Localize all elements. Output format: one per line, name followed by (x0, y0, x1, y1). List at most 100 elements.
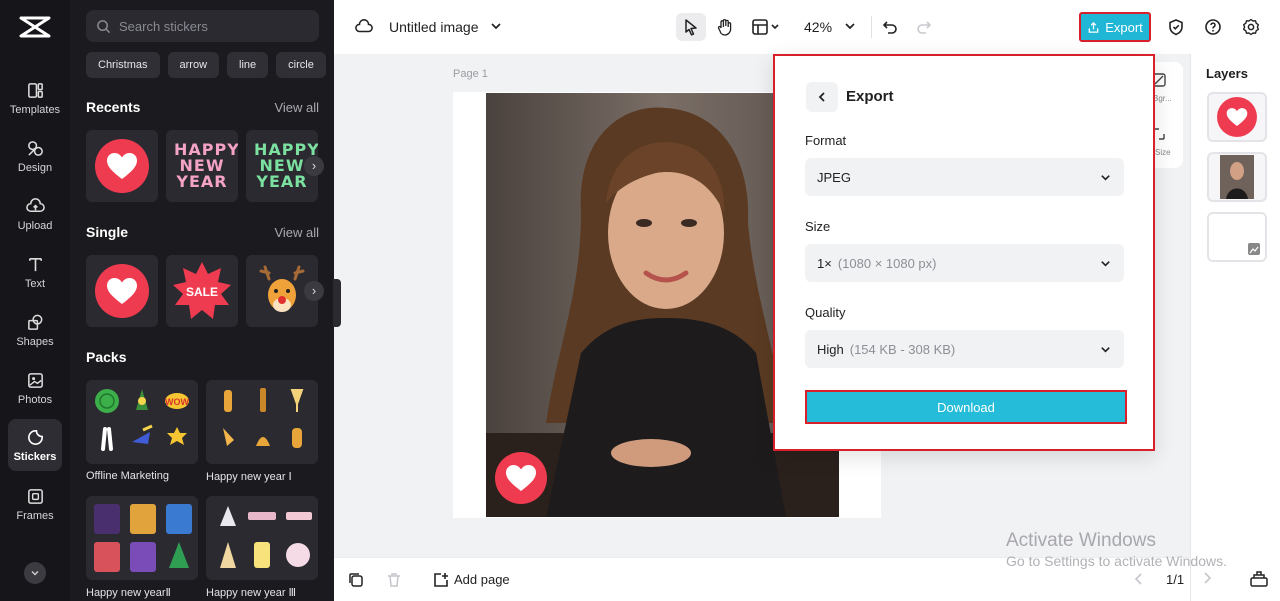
sticker-sale[interactable]: SALE (166, 255, 238, 327)
add-page-icon (434, 573, 448, 587)
search-icon (97, 19, 111, 33)
download-button[interactable]: Download (805, 390, 1127, 424)
hand-tool-button[interactable] (714, 15, 736, 39)
recents-view-all-link[interactable]: View all (274, 100, 319, 115)
next-page-button[interactable] (1200, 571, 1214, 585)
layers-title: Layers (1206, 66, 1248, 81)
single-view-all-link[interactable]: View all (274, 225, 319, 240)
party-pack-icon (220, 506, 312, 568)
sale-text: SALE (186, 285, 218, 299)
rail-label: Design (17, 161, 53, 174)
settings-button[interactable] (1241, 17, 1261, 37)
add-page-icon-button[interactable] (432, 571, 450, 589)
rail-item-design[interactable]: Design (8, 130, 62, 182)
chip-line[interactable]: line (227, 52, 269, 78)
back-button[interactable] (806, 82, 838, 112)
chip-christmas[interactable]: Christmas (86, 52, 160, 78)
sticker-heart-single[interactable] (86, 255, 158, 327)
rail-expand-button[interactable] (24, 562, 46, 584)
rail-item-shapes[interactable]: Shapes (8, 304, 62, 356)
zoom-level[interactable]: 42% (804, 19, 832, 35)
chevron-down-icon (31, 570, 39, 576)
rail-label: Frames (16, 509, 54, 522)
pack-label: Happy new year Ⅲ (206, 587, 297, 599)
cloud-sync-button[interactable] (354, 17, 374, 37)
duplicate-icon (349, 573, 363, 587)
size-select[interactable]: 1× (1080 × 1080 px) (805, 244, 1124, 282)
search-stickers-input[interactable]: Search stickers (86, 10, 319, 42)
hand-icon (717, 19, 732, 36)
export-button[interactable]: Export (1079, 12, 1151, 42)
sticker-chips: Christmas arrow line circle (86, 52, 334, 78)
rail-item-frames[interactable]: Frames (8, 478, 62, 530)
help-button[interactable] (1203, 17, 1223, 37)
rail-label: Text (24, 277, 46, 290)
export-icon (1088, 21, 1099, 33)
layout-menu-button[interactable] (749, 15, 783, 39)
select-tool-button[interactable] (676, 13, 706, 41)
document-title[interactable]: Untitled image (389, 19, 479, 35)
shapes-icon (27, 314, 42, 330)
page-counter: 1/1 (1166, 572, 1185, 587)
capcut-logo-icon[interactable] (18, 14, 52, 40)
chip-circle[interactable]: circle (276, 52, 326, 78)
single-next-button[interactable]: › (304, 281, 324, 301)
previous-page-button[interactable] (1132, 572, 1146, 586)
side-tool-label: Size (1155, 148, 1171, 157)
zoom-menu-button[interactable] (843, 19, 857, 33)
format-label: Format (805, 133, 847, 148)
redo-button[interactable] (914, 17, 934, 37)
gear-icon (1243, 18, 1259, 36)
rail-item-text[interactable]: Text (8, 246, 62, 298)
pages-panel-button[interactable] (1249, 570, 1269, 588)
recents-title: Recents (86, 99, 141, 115)
help-icon (1205, 19, 1221, 35)
layout-icon (752, 19, 779, 35)
chip-arrow[interactable]: arrow (167, 52, 220, 78)
format-value: JPEG (817, 169, 851, 185)
toolbar-divider (871, 16, 872, 38)
format-select[interactable]: JPEG (805, 158, 1124, 196)
chevron-left-icon (1134, 573, 1142, 585)
pack-label: Offline Marketing (86, 470, 169, 482)
recents-next-button[interactable]: › (304, 156, 324, 176)
heart-sticker-icon (95, 264, 149, 318)
add-page-button[interactable]: Add page (454, 572, 510, 587)
activate-windows-subtitle: Go to Settings to activate Windows. (1006, 553, 1227, 569)
chevron-down-icon (1101, 175, 1110, 181)
size-label: Size (805, 219, 831, 234)
packs-title: Packs (86, 349, 127, 365)
sticker-heart[interactable] (86, 130, 158, 202)
quality-select[interactable]: High (154 KB - 308 KB) (805, 330, 1124, 368)
pack-offline-marketing[interactable]: WOW (86, 380, 198, 464)
page-label: Page 1 (453, 68, 488, 80)
delete-page-button[interactable] (385, 571, 403, 589)
pack-happy-new-year-2[interactable] (86, 496, 198, 580)
wow-text: WOW (165, 397, 189, 407)
undo-button[interactable] (880, 17, 900, 37)
layer-background[interactable] (1207, 212, 1267, 262)
upload-icon (25, 197, 45, 212)
duplicate-page-button[interactable] (347, 571, 365, 589)
title-menu-button[interactable] (489, 19, 503, 33)
layer-photo[interactable] (1207, 152, 1267, 202)
sticker-happy-new-year[interactable]: HAPPY NEW YEAR (166, 130, 238, 202)
pack-happy-new-year-1[interactable] (206, 380, 318, 464)
rail-item-templates[interactable]: Templates (8, 72, 62, 124)
design-icon (27, 140, 43, 156)
chevron-left-icon (818, 92, 825, 102)
chevron-down-icon (845, 23, 855, 30)
chevron-down-icon (1101, 347, 1110, 353)
shield-button[interactable] (1166, 17, 1186, 37)
rail-item-photos[interactable]: Photos (8, 362, 62, 414)
redo-icon (917, 21, 932, 34)
heart-layer-icon (1217, 97, 1257, 137)
layer-heart-sticker[interactable] (1207, 92, 1267, 142)
rail-label: Upload (17, 219, 53, 232)
pack-happy-new-year-3[interactable] (206, 496, 318, 580)
rail-item-upload[interactable]: Upload (8, 188, 62, 240)
pack-label: Happy new yearⅡ (86, 587, 171, 599)
rail-label: Stickers (13, 450, 57, 463)
rail-item-stickers[interactable]: Stickers (8, 419, 62, 471)
canvas-heart-sticker[interactable] (495, 452, 547, 504)
